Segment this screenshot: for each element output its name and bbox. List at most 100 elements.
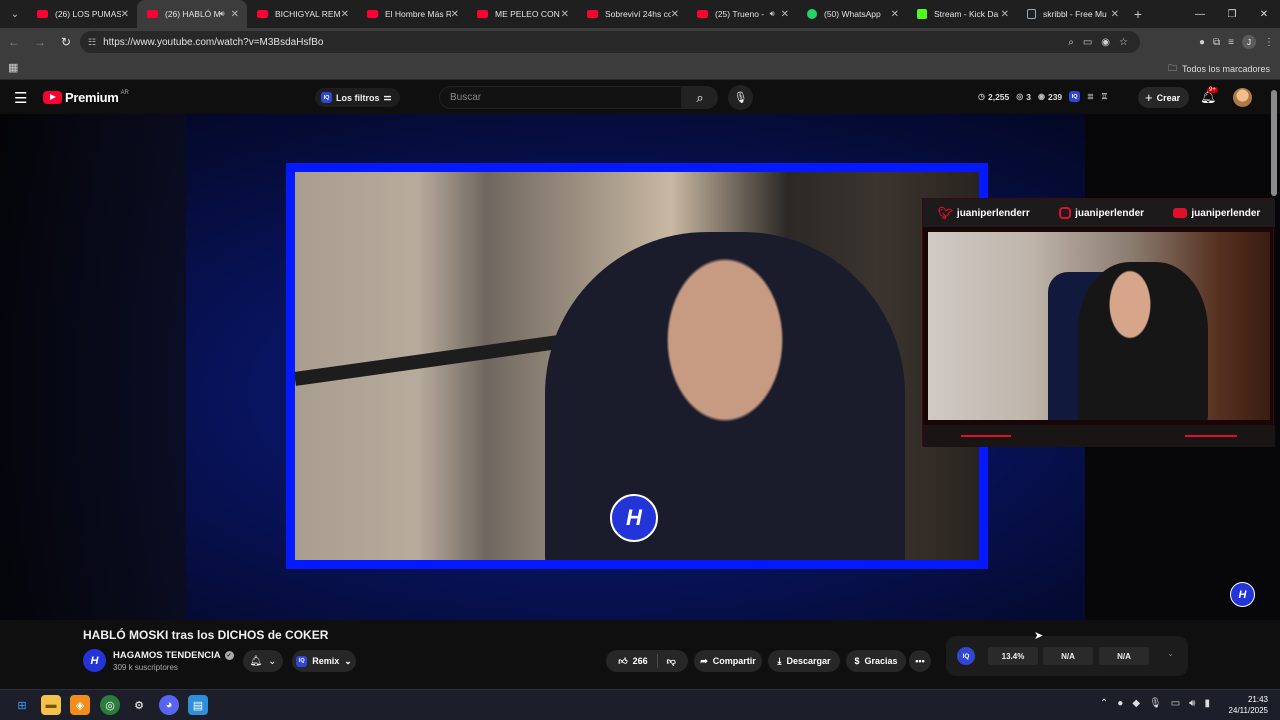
settings-icon[interactable]: ⚙: [129, 695, 149, 715]
eye-off-icon[interactable]: ◉: [1101, 37, 1110, 48]
browser-tab[interactable]: (50) WhatsApp ✕: [797, 0, 907, 28]
omnibox-actions: ⌕ ▭ ◉ ☆: [1068, 31, 1128, 53]
url-bar[interactable]: ☷ https://www.youtube.com/watch?v=M3Bsda…: [80, 31, 1140, 53]
streamer: [1078, 262, 1208, 420]
close-icon[interactable]: ✕: [1111, 9, 1119, 20]
thanks-label: Gracias: [864, 656, 898, 666]
close-icon[interactable]: ✕: [121, 9, 129, 20]
media-controls-icon[interactable]: ≡: [1228, 37, 1234, 48]
close-icon[interactable]: ✕: [671, 9, 679, 20]
browser-tab[interactable]: El Hombre Más R ✕: [357, 0, 467, 28]
iq-rating-panel: IQ 13.4% N/A N/A ⌄: [946, 636, 1188, 676]
subscription-bell-button[interactable]: 🔔︎ ⌄: [243, 650, 283, 672]
apps-grid-icon[interactable]: ▦: [8, 61, 18, 74]
page-scrollbar[interactable]: [1271, 90, 1277, 196]
restore-icon[interactable]: ❐: [1216, 0, 1248, 28]
menu-icon[interactable]: ☰: [14, 89, 27, 107]
browser-tab[interactable]: ME PELEO CON L ✕: [467, 0, 577, 28]
tray-app-icon[interactable]: ●: [1117, 698, 1123, 709]
browser-menu-icon[interactable]: ⋮: [1264, 37, 1274, 48]
taskbar-clock[interactable]: 21:43 24/11/2025: [1229, 694, 1268, 716]
podcast-guest: [545, 232, 905, 560]
minimize-icon[interactable]: —: [1184, 0, 1216, 28]
all-bookmarks-button[interactable]: 🗀︎ Todos los marcadores: [1168, 61, 1270, 77]
profile-avatar[interactable]: J: [1242, 35, 1256, 49]
network-icon[interactable]: ▭: [1171, 698, 1180, 709]
channel-name[interactable]: HAGAMOS TENDENCIA ✓: [113, 650, 234, 661]
speaker-icon[interactable]: 🔊︎: [220, 9, 225, 19]
microphone-icon[interactable]: 🎙︎: [1149, 698, 1162, 709]
browser-tab[interactable]: BICHIGYAL REMIX ✕: [247, 0, 357, 28]
thanks-button[interactable]: $ Gracias: [846, 650, 906, 672]
close-icon[interactable]: ✕: [781, 9, 789, 20]
remix-button[interactable]: IQ Remix ⌄: [292, 650, 356, 672]
close-icon[interactable]: ✕: [891, 9, 899, 20]
volume-icon[interactable]: 🔊︎: [1189, 698, 1195, 709]
app-icon[interactable]: ◈: [70, 695, 90, 715]
chevron-down-icon: ⌄: [344, 655, 352, 666]
channel-avatar[interactable]: H: [83, 649, 106, 672]
back-icon[interactable]: ←: [2, 30, 26, 54]
notepad-icon[interactable]: ▤: [188, 695, 208, 715]
cast-icon[interactable]: ▭: [1083, 37, 1092, 48]
account-avatar[interactable]: [1233, 88, 1252, 107]
system-tray: ⌃ ● ◆ 🎙︎ ▭ 🔊︎ ▮: [1100, 698, 1210, 709]
video-player[interactable]: H 🐦︎ juaniperlenderr juaniperlender juan…: [0, 114, 1280, 620]
youtube-premium-logo[interactable]: Premium AR: [43, 90, 129, 105]
site-info-icon[interactable]: ☷: [88, 37, 96, 48]
battery-icon[interactable]: ▮: [1204, 698, 1210, 709]
tray-app-icon[interactable]: ◆: [1132, 698, 1140, 709]
tab-search-dropdown-icon[interactable]: ⌄: [3, 4, 27, 24]
chrome-icon[interactable]: ◎: [100, 695, 120, 715]
list-icon[interactable]: ≣: [1087, 92, 1094, 101]
share-button[interactable]: ➦ Compartir: [694, 650, 762, 672]
close-icon[interactable]: ✕: [561, 9, 569, 20]
browser-tab[interactable]: Sobreviví 24hs co ✕: [577, 0, 687, 28]
file-explorer-icon[interactable]: ▬: [41, 695, 61, 715]
tab-title: Sobreviví 24hs co: [605, 9, 671, 19]
filters-chip[interactable]: IQ Los filtros ⚌: [315, 88, 400, 107]
forward-icon[interactable]: →: [28, 30, 52, 54]
dislike-button[interactable]: 👎︎: [667, 656, 676, 667]
channel-name-text[interactable]: HAGAMOS TENDENCIA: [113, 650, 221, 661]
browser-tab[interactable]: skribbl - Free Mu ✕: [1017, 0, 1127, 28]
channel-corner-watermark[interactable]: H: [1230, 582, 1255, 607]
iq-extension-icon[interactable]: IQ: [1069, 91, 1081, 102]
new-tab-button[interactable]: +: [1127, 6, 1149, 22]
trophy-icon[interactable]: ♖: [1101, 92, 1108, 101]
speaker-icon[interactable]: 🔊︎: [770, 9, 775, 19]
close-icon[interactable]: ✕: [341, 9, 349, 20]
reload-icon[interactable]: ↻: [54, 30, 78, 54]
notifications-button[interactable]: 🔔︎ 9+: [1200, 87, 1218, 105]
iq-extension-icon[interactable]: IQ: [957, 647, 975, 665]
browser-tab[interactable]: Stream - Kick Da ✕: [907, 0, 1017, 28]
close-window-icon[interactable]: ✕: [1248, 0, 1280, 28]
close-icon[interactable]: ✕: [231, 9, 239, 20]
like-button[interactable]: 👍︎: [618, 656, 627, 667]
close-icon[interactable]: ✕: [1001, 9, 1009, 20]
like-count[interactable]: 266: [633, 656, 648, 666]
browser-tab[interactable]: (25) Trueno - 🔊︎ ✕: [687, 0, 797, 28]
download-button[interactable]: ⤓ Descargar: [768, 650, 840, 672]
more-actions-button[interactable]: •••: [909, 650, 931, 672]
search-icon: ⌕: [696, 89, 704, 105]
close-icon[interactable]: ✕: [451, 9, 459, 20]
voice-search-button[interactable]: 🎙︎: [728, 85, 753, 110]
zoom-icon[interactable]: ⌕: [1068, 37, 1074, 48]
search-input[interactable]: Buscar: [439, 86, 682, 109]
chevron-up-icon[interactable]: ⌃: [1100, 698, 1108, 709]
browser-tab[interactable]: (26) LOS PUMAS ✕: [27, 0, 137, 28]
share-icon: ➦: [700, 655, 708, 666]
stat-views: ◷ 2,255: [978, 92, 1009, 102]
bookmark-star-icon[interactable]: ☆: [1119, 37, 1128, 48]
chevron-down-icon[interactable]: ⌄: [1167, 649, 1174, 658]
color-extension-icon[interactable]: ●: [1199, 37, 1205, 48]
browser-tab-active[interactable]: (26) HABLÓ M 🔊︎ ✕: [137, 0, 247, 28]
discord-icon[interactable]: ◕: [159, 695, 179, 715]
windows-start-icon[interactable]: ⊞: [12, 695, 32, 715]
url-text[interactable]: https://www.youtube.com/watch?v=M3BsdaHs…: [103, 37, 323, 48]
extensions-icon[interactable]: ⧉: [1213, 37, 1220, 48]
search-button[interactable]: ⌕: [682, 86, 718, 109]
subscriber-count: 309 k suscriptores: [113, 663, 178, 672]
create-button[interactable]: + Crear: [1138, 87, 1190, 108]
